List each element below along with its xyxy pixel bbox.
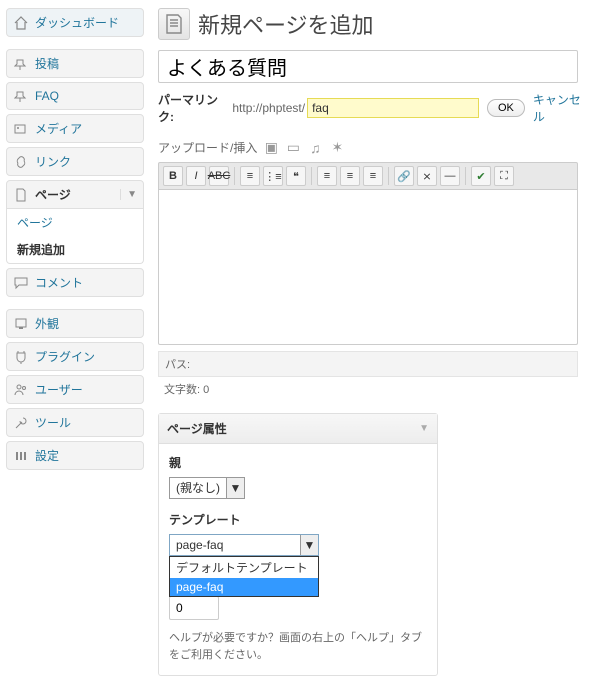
- menu-comments[interactable]: コメント: [6, 268, 144, 297]
- menu-order-input[interactable]: [169, 596, 219, 620]
- menu-label: ページ: [35, 186, 71, 203]
- upload-video-icon[interactable]: ▭: [285, 140, 301, 156]
- chevron-down-icon[interactable]: ▼: [300, 535, 318, 555]
- chevron-down-icon[interactable]: ▼: [120, 189, 137, 200]
- menu-label: リンク: [35, 153, 71, 170]
- pin-icon: [13, 56, 29, 72]
- menu-faq[interactable]: FAQ: [6, 82, 144, 110]
- media-icon: [13, 121, 29, 137]
- template-select[interactable]: page-faq ▼: [169, 534, 319, 556]
- menu-label: 投稿: [35, 55, 59, 72]
- page-header-icon: [158, 8, 190, 40]
- menu-label: FAQ: [35, 89, 59, 103]
- tools-icon: [13, 415, 29, 431]
- ul-button[interactable]: ≡: [240, 166, 260, 186]
- postbox-title: ページ属性: [167, 420, 227, 437]
- slug-input[interactable]: [307, 98, 479, 118]
- align-right-button[interactable]: ≡: [363, 166, 383, 186]
- menu-label: コメント: [35, 274, 83, 291]
- menu-plugins[interactable]: プラグイン: [6, 342, 144, 371]
- menu-users[interactable]: ユーザー: [6, 375, 144, 404]
- submenu-item-pages-list[interactable]: ページ: [7, 209, 143, 236]
- pin-icon: [13, 88, 29, 104]
- align-center-button[interactable]: ≡: [340, 166, 360, 186]
- template-label: テンプレート: [169, 511, 427, 528]
- spellcheck-button[interactable]: ✔: [471, 166, 491, 186]
- editor-body[interactable]: [158, 190, 578, 345]
- strike-button[interactable]: ABC: [209, 166, 229, 186]
- template-option[interactable]: デフォルトテンプレート: [170, 557, 318, 578]
- users-icon: [13, 382, 29, 398]
- post-title-input[interactable]: [158, 50, 578, 83]
- menu-media[interactable]: メディア: [6, 114, 144, 143]
- menu-pages[interactable]: ページ ▼: [6, 180, 144, 209]
- submenu-item-pages-new[interactable]: 新規追加: [7, 236, 143, 263]
- permalink-base: http://phptest/: [232, 101, 305, 115]
- help-text: ヘルプが必要ですか？画面の右上の「ヘルプ」タブをご利用ください。: [169, 630, 427, 663]
- count-label: 文字数:: [164, 384, 200, 396]
- menu-label: プラグイン: [35, 348, 95, 365]
- home-icon: [13, 15, 29, 31]
- menu-posts[interactable]: 投稿: [6, 49, 144, 78]
- unlink-button[interactable]: ⨯: [417, 166, 437, 186]
- count-value: 0: [203, 384, 209, 396]
- fullscreen-button[interactable]: ⛶: [494, 166, 514, 186]
- permalink-label: パーマリンク:: [158, 91, 230, 125]
- parent-select[interactable]: (親なし) ▼: [169, 477, 245, 499]
- page-title: 新規ページを追加: [198, 8, 374, 40]
- chevron-down-icon[interactable]: ▼: [226, 478, 244, 498]
- menu-appearance[interactable]: 外観: [6, 309, 144, 338]
- path-label: パス:: [165, 359, 190, 371]
- comment-icon: [13, 275, 29, 291]
- menu-label: 設定: [35, 447, 59, 464]
- plugin-icon: [13, 349, 29, 365]
- ol-button[interactable]: ⋮≡: [263, 166, 283, 186]
- link-button[interactable]: 🔗: [394, 166, 414, 186]
- upload-label: アップロード/挿入: [158, 139, 257, 156]
- postbox-toggle-icon[interactable]: ▼: [419, 423, 429, 434]
- menu-label: 外観: [35, 315, 59, 332]
- bold-button[interactable]: B: [163, 166, 183, 186]
- main-content: 新規ページを追加 パーマリンク: http://phptest/ OK キャンセ…: [150, 0, 590, 676]
- template-options-list: デフォルトテンプレート page-faq: [169, 556, 319, 597]
- ok-button[interactable]: OK: [487, 99, 525, 117]
- menu-label: メディア: [35, 120, 82, 137]
- template-option[interactable]: page-faq: [170, 578, 318, 596]
- quote-button[interactable]: ❝: [286, 166, 306, 186]
- cancel-link[interactable]: キャンセル: [533, 91, 590, 125]
- menu-tools[interactable]: ツール: [6, 408, 144, 437]
- menu-label: ユーザー: [35, 381, 83, 398]
- parent-label: 親: [169, 454, 427, 471]
- menu-label: ツール: [35, 414, 71, 431]
- appearance-icon: [13, 316, 29, 332]
- page-attributes-box: ページ属性 ▼ 親 (親なし) ▼ テンプレート page-faq ▼ デフォル…: [158, 413, 438, 676]
- more-button[interactable]: —: [440, 166, 460, 186]
- menu-label: ダッシュボード: [35, 14, 119, 31]
- menu-dashboard[interactable]: ダッシュボード: [6, 8, 144, 37]
- submenu-pages: ページ 新規追加: [6, 209, 144, 264]
- upload-image-icon[interactable]: ▣: [263, 140, 279, 156]
- page-icon: [13, 187, 29, 203]
- upload-audio-icon[interactable]: ♫: [307, 140, 323, 156]
- menu-settings[interactable]: 設定: [6, 441, 144, 470]
- italic-button[interactable]: I: [186, 166, 206, 186]
- link-icon: [13, 154, 29, 170]
- editor-toolbar: B I ABC ≡ ⋮≡ ❝ ≡ ≡ ≡ 🔗 ⨯ — ✔ ⛶: [158, 162, 578, 190]
- admin-sidebar: ダッシュボード 投稿 FAQ メディア リンク ページ ▼ ページ 新規追加: [0, 0, 150, 676]
- upload-media-icon[interactable]: ✶: [329, 140, 345, 156]
- menu-links[interactable]: リンク: [6, 147, 144, 176]
- align-left-button[interactable]: ≡: [317, 166, 337, 186]
- settings-icon: [13, 448, 29, 464]
